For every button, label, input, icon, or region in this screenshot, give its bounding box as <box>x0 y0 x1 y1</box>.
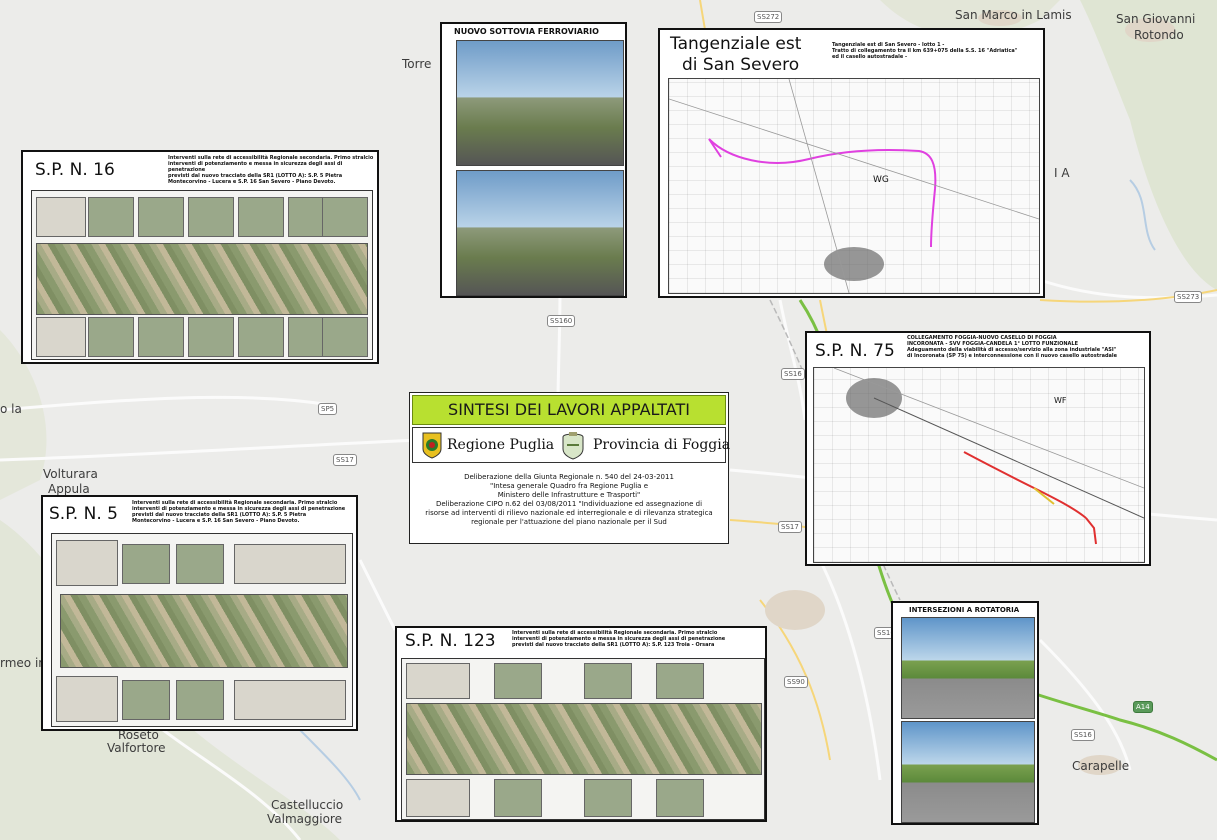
panel-title: NUOVO SOTTOVIA FERROVIARIO <box>454 27 599 36</box>
photo-thumb <box>656 663 704 699</box>
map-label: WF <box>1054 396 1067 405</box>
panel-title: INTERSEZIONI A ROTATORIA <box>909 606 1020 614</box>
road-shield: SS272 <box>754 11 783 23</box>
provincia-foggia-emblem <box>562 432 584 460</box>
panel-title: S.P. N. 123 <box>405 631 496 651</box>
photo-thumb <box>122 544 170 584</box>
road-shield: SS17 <box>778 521 802 533</box>
route-overlay <box>668 78 1040 294</box>
panel-title: S.P. N. 75 <box>815 341 895 361</box>
map-label: WG <box>873 175 889 185</box>
project-board[interactable] <box>401 658 765 820</box>
photo-thumb <box>122 680 170 720</box>
organizations-row: Regione Puglia Provincia di Foggia <box>412 427 730 463</box>
route-plan-map[interactable]: WG <box>668 78 1040 294</box>
photo-thumb <box>322 317 368 357</box>
place-torremaggiore: Torre <box>402 57 432 71</box>
place-ia-partial: I A <box>1054 166 1070 180</box>
panel-title: S.P. N. 16 <box>35 160 115 180</box>
panel-description: Interventi sulla rete di accessibilità R… <box>132 500 346 524</box>
panel-description: Interventi sulla rete di accessibilità R… <box>512 630 726 648</box>
place-carapelle: Carapelle <box>1072 759 1130 773</box>
panel-tangenziale[interactable]: Tangenziale est di San Severo Tangenzial… <box>658 28 1045 298</box>
photo-thumb <box>584 779 632 817</box>
summary-text: Deliberazione della Giunta Regionale n. … <box>425 473 713 526</box>
cross-section-thumb <box>234 680 346 720</box>
panel-description: Interventi sulla rete di accessibilità R… <box>168 155 374 185</box>
photo-thumb <box>138 317 184 357</box>
panel-title: S.P. N. 5 <box>49 504 118 524</box>
panel-sottovia[interactable]: NUOVO SOTTOVIA FERROVIARIO <box>440 22 627 298</box>
rendering-thumb <box>456 170 624 296</box>
panel-rotatoria[interactable]: INTERSEZIONI A ROTATORIA <box>891 601 1039 825</box>
cross-section-thumb <box>234 544 346 584</box>
cross-section-thumb <box>56 540 118 586</box>
panel-title: Tangenziale est <box>670 34 802 54</box>
photo-thumb <box>238 317 284 357</box>
aerial-route-map <box>406 703 762 775</box>
road-shield: SS16 <box>781 368 805 380</box>
rendering-thumb <box>456 40 624 166</box>
road-shield: SP5 <box>318 403 338 415</box>
place-san-giovanni-rotondo: Rotondo <box>1134 28 1184 42</box>
place-san-marco-in-lamis: San Marco in Lamis <box>955 8 1072 22</box>
photo-thumb <box>322 197 368 237</box>
route-overlay <box>833 367 1145 545</box>
cross-section-thumb <box>56 676 118 722</box>
photo-thumb <box>238 197 284 237</box>
project-board[interactable] <box>31 190 373 360</box>
photo-thumb <box>188 197 234 237</box>
place-volturara: Appula <box>48 482 90 496</box>
road-shield: SS160 <box>547 315 576 327</box>
panel-description: COLLEGAMENTO FOGGIA-NUOVO CASELLO DI FOG… <box>907 335 1118 359</box>
motorway-shield: A14 <box>1133 701 1153 713</box>
summary-title: SINTESI DEI LAVORI APPALTATI <box>412 395 726 425</box>
cross-section-thumb <box>36 197 86 237</box>
provincia-foggia-label: Provincia di Foggia <box>593 437 731 453</box>
road-shield: SS17 <box>333 454 357 466</box>
place-roseto: Valfortore <box>107 741 166 755</box>
place-castelluccio: Castelluccio <box>271 798 344 812</box>
route-plan-map[interactable]: WF <box>813 367 1145 563</box>
photo-thumb <box>188 317 234 357</box>
rendering-thumb <box>901 721 1035 823</box>
place-castelluccio: Valmaggiore <box>267 812 342 826</box>
place-volturara: Volturara <box>43 467 98 481</box>
road-shield: SS90 <box>784 676 808 688</box>
panel-sp5[interactable]: S.P. N. 5 Interventi sulla rete di acces… <box>41 495 358 731</box>
cross-section-thumb <box>36 317 86 357</box>
panel-description: Tangenziale est di San Severo - lotto 1 … <box>832 42 1018 60</box>
cross-section-thumb <box>406 663 470 699</box>
panel-sp16[interactable]: S.P. N. 16 Interventi sulla rete di acce… <box>21 150 379 364</box>
place-san-giovanni-rotondo: San Giovanni <box>1116 12 1196 26</box>
panel-title: di San Severo <box>682 55 800 75</box>
regione-puglia-label: Regione Puglia <box>447 437 555 453</box>
photo-thumb <box>88 197 134 237</box>
photo-thumb <box>88 317 134 357</box>
photo-thumb <box>656 779 704 817</box>
panel-sp75[interactable]: S.P. N. 75 COLLEGAMENTO FOGGIA-NUOVO CAS… <box>805 331 1151 566</box>
panel-sp123[interactable]: S.P. N. 123 Interventi sulla rete di acc… <box>395 626 767 822</box>
photo-thumb <box>584 663 632 699</box>
rendering-thumb <box>901 617 1035 719</box>
photo-thumb <box>138 197 184 237</box>
place-motta-partial: rmeo in <box>0 656 46 670</box>
place-lucera-partial: o la <box>0 402 22 416</box>
photo-thumb <box>176 544 224 584</box>
aerial-route-map <box>60 594 348 668</box>
regione-puglia-emblem <box>422 432 442 459</box>
project-board[interactable] <box>51 533 353 727</box>
photo-thumb <box>176 680 224 720</box>
road-shield: SS273 <box>1174 291 1203 303</box>
photo-thumb <box>494 663 542 699</box>
summary-box[interactable]: SINTESI DEI LAVORI APPALTATI Regione Pug… <box>409 392 730 544</box>
cross-section-thumb <box>406 779 470 817</box>
aerial-route-map <box>36 243 368 315</box>
road-shield: SS16 <box>1071 729 1095 741</box>
photo-thumb <box>494 779 542 817</box>
